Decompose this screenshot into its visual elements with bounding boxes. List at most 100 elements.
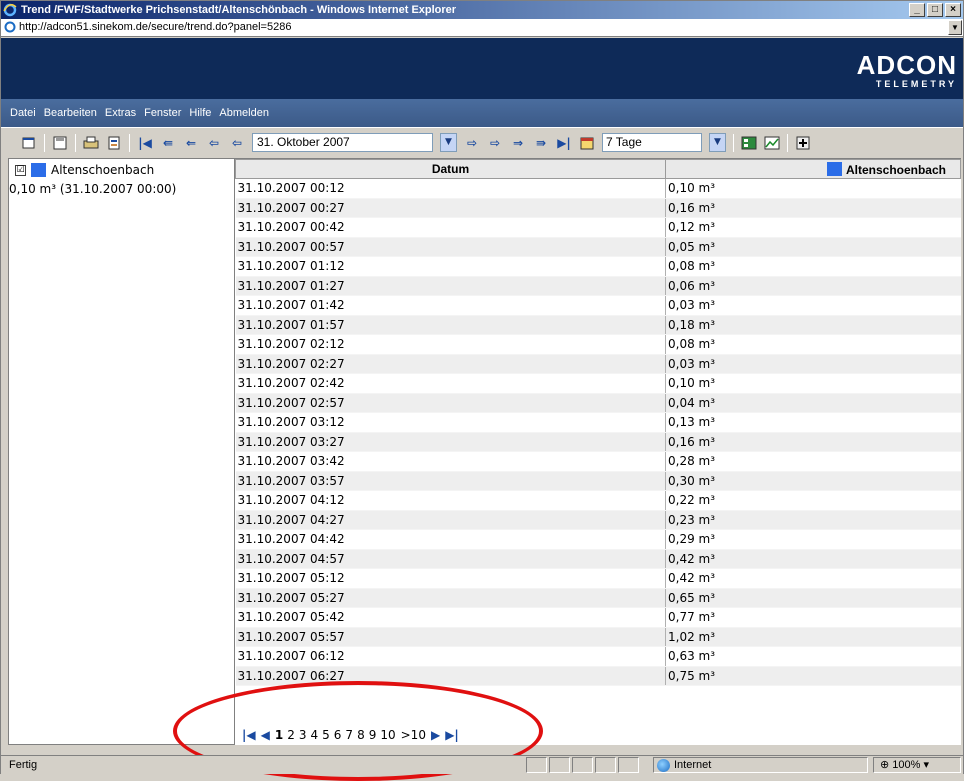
- status-pane: [618, 757, 639, 773]
- menu-bar: Datei Bearbeiten Extras Fenster Hilfe Ab…: [1, 99, 963, 127]
- new-window-icon[interactable]: [21, 135, 37, 151]
- cell-datum: 31.10.2007 03:42: [235, 451, 666, 472]
- cell-datum: 31.10.2007 04:27: [235, 510, 666, 530]
- close-button[interactable]: ×: [945, 3, 961, 17]
- date-dropdown-button[interactable]: ▼: [440, 133, 457, 152]
- cell-value: 0,22 m³: [665, 490, 961, 511]
- series-checkbox[interactable]: ☑: [15, 164, 26, 176]
- cell-value: 0,03 m³: [665, 354, 961, 374]
- table-row: 31.10.2007 06:12 0,63 m³: [235, 646, 961, 667]
- minimize-button[interactable]: _: [909, 3, 925, 17]
- add-icon[interactable]: [795, 135, 811, 151]
- table-row: 31.10.2007 05:27 0,65 m³: [235, 588, 961, 608]
- menu-abmelden[interactable]: Abmelden: [219, 107, 269, 127]
- magnifier-icon: ⊕: [880, 759, 890, 771]
- cell-datum: 31.10.2007 01:57: [235, 315, 666, 335]
- toolbar-separator: [733, 133, 734, 152]
- save-icon[interactable]: [52, 135, 68, 151]
- table-row: 31.10.2007 01:57 0,18 m³: [235, 315, 961, 335]
- cell-value: 0,13 m³: [665, 412, 961, 433]
- column-header-datum[interactable]: Datum: [235, 159, 666, 179]
- zone-label: Internet: [674, 759, 712, 771]
- zoom-control[interactable]: ⊕ 100% ▾: [873, 757, 961, 773]
- cell-value: 0,03 m³: [665, 295, 961, 316]
- toolbar-separator: [787, 133, 788, 152]
- cell-value: 0,23 m³: [665, 510, 961, 530]
- cell-value: 0,42 m³: [665, 549, 961, 569]
- status-text: Fertig: [9, 759, 38, 771]
- calendar-icon[interactable]: [579, 135, 595, 151]
- security-zone: Internet: [653, 757, 868, 773]
- header-banner: ADCON TELEMETRY: [1, 38, 963, 99]
- forward-7-days-icon[interactable]: ⇒: [510, 135, 526, 151]
- cell-datum: 31.10.2007 04:42: [235, 529, 666, 550]
- back-1-day-icon[interactable]: ⇦: [206, 135, 222, 151]
- table-row: 31.10.2007 00:12 0,10 m³: [235, 178, 961, 199]
- address-url: http://adcon51.sinekom.de/secure/trend.d…: [19, 21, 292, 33]
- menu-datei[interactable]: Datei: [10, 107, 36, 127]
- cell-value: 0,18 m³: [665, 315, 961, 335]
- cell-datum: 31.10.2007 02:42: [235, 373, 666, 394]
- print-icon[interactable]: [83, 135, 99, 151]
- date-input[interactable]: 31. Oktober 2007: [252, 133, 433, 152]
- cell-value: 0,10 m³: [665, 178, 961, 199]
- cell-datum: 31.10.2007 03:27: [235, 432, 666, 452]
- chart-view-icon[interactable]: [764, 135, 780, 151]
- chevron-down-icon: ▾: [923, 759, 930, 771]
- toolbar-separator: [75, 133, 76, 152]
- menu-hilfe[interactable]: Hilfe: [189, 107, 211, 127]
- menu-extras[interactable]: Extras: [105, 107, 136, 127]
- cell-datum: 31.10.2007 01:42: [235, 295, 666, 316]
- cell-datum: 31.10.2007 00:27: [235, 198, 666, 218]
- cell-value: 0,16 m³: [665, 198, 961, 218]
- table-view-icon[interactable]: [741, 135, 757, 151]
- forward-icon[interactable]: ⇨: [464, 135, 480, 151]
- cell-datum: 31.10.2007 02:57: [235, 393, 666, 413]
- series-current-value: 0,10 m³ (31.10.2007 00:00): [9, 182, 177, 196]
- cell-datum: 31.10.2007 00:42: [235, 217, 666, 238]
- table-row: 31.10.2007 02:27 0,03 m³: [235, 354, 961, 374]
- table-row: 31.10.2007 03:12 0,13 m³: [235, 412, 961, 433]
- back-30-days-icon[interactable]: ⇚: [160, 135, 176, 151]
- table-row: 31.10.2007 00:42 0,12 m³: [235, 217, 961, 238]
- cell-datum: 31.10.2007 03:12: [235, 412, 666, 433]
- cell-value: 0,30 m³: [665, 471, 961, 491]
- export-icon[interactable]: [106, 135, 122, 151]
- first-page-icon[interactable]: |◀: [137, 135, 153, 151]
- cell-datum: 31.10.2007 04:57: [235, 549, 666, 569]
- menu-bearbeiten[interactable]: Bearbeiten: [44, 107, 97, 127]
- cell-value: 0,16 m³: [665, 432, 961, 452]
- last-page-icon[interactable]: ▶|: [556, 135, 572, 151]
- status-pane: [572, 757, 593, 773]
- table-row: 31.10.2007 05:42 0,77 m³: [235, 607, 961, 628]
- cell-value: 0,06 m³: [665, 276, 961, 296]
- table-row: 31.10.2007 03:27 0,16 m³: [235, 432, 961, 452]
- cell-datum: 31.10.2007 02:12: [235, 334, 666, 355]
- status-bar: Fertig Internet ⊕ 100% ▾: [1, 755, 963, 774]
- table-row: 31.10.2007 00:27 0,16 m³: [235, 198, 961, 218]
- cell-value: 0,28 m³: [665, 451, 961, 472]
- data-table-panel: Datum Altenschoenbach 31.10.2007 00:12 0,…: [235, 158, 961, 745]
- back-7-days-icon[interactable]: ⇐: [183, 135, 199, 151]
- cell-datum: 31.10.2007 05:27: [235, 588, 666, 608]
- cell-value: 0,04 m³: [665, 393, 961, 413]
- address-dropdown-button[interactable]: ▼: [948, 20, 962, 35]
- range-select[interactable]: 7 Tage: [602, 133, 702, 152]
- cell-value: 0,08 m³: [665, 256, 961, 277]
- table-header-row: Datum Altenschoenbach: [235, 159, 961, 179]
- table-row: 31.10.2007 01:27 0,06 m³: [235, 276, 961, 296]
- range-dropdown-button[interactable]: ▼: [709, 133, 726, 152]
- menu-fenster[interactable]: Fenster: [144, 107, 181, 127]
- column-header-series[interactable]: Altenschoenbach: [665, 159, 961, 179]
- address-bar[interactable]: http://adcon51.sinekom.de/secure/trend.d…: [1, 19, 963, 37]
- back-icon[interactable]: ⇦: [229, 135, 245, 151]
- series-color-swatch: [31, 163, 46, 177]
- table-row: 31.10.2007 04:57 0,42 m³: [235, 549, 961, 569]
- table-row: 31.10.2007 04:12 0,22 m³: [235, 490, 961, 511]
- cell-value: 0,29 m³: [665, 529, 961, 550]
- data-table: Datum Altenschoenbach 31.10.2007 00:12 0,…: [235, 159, 961, 686]
- zoom-level: 100%: [892, 759, 921, 771]
- forward-1-day-icon[interactable]: ⇨: [487, 135, 503, 151]
- maximize-button[interactable]: □: [927, 3, 943, 17]
- forward-30-days-icon[interactable]: ⇛: [533, 135, 549, 151]
